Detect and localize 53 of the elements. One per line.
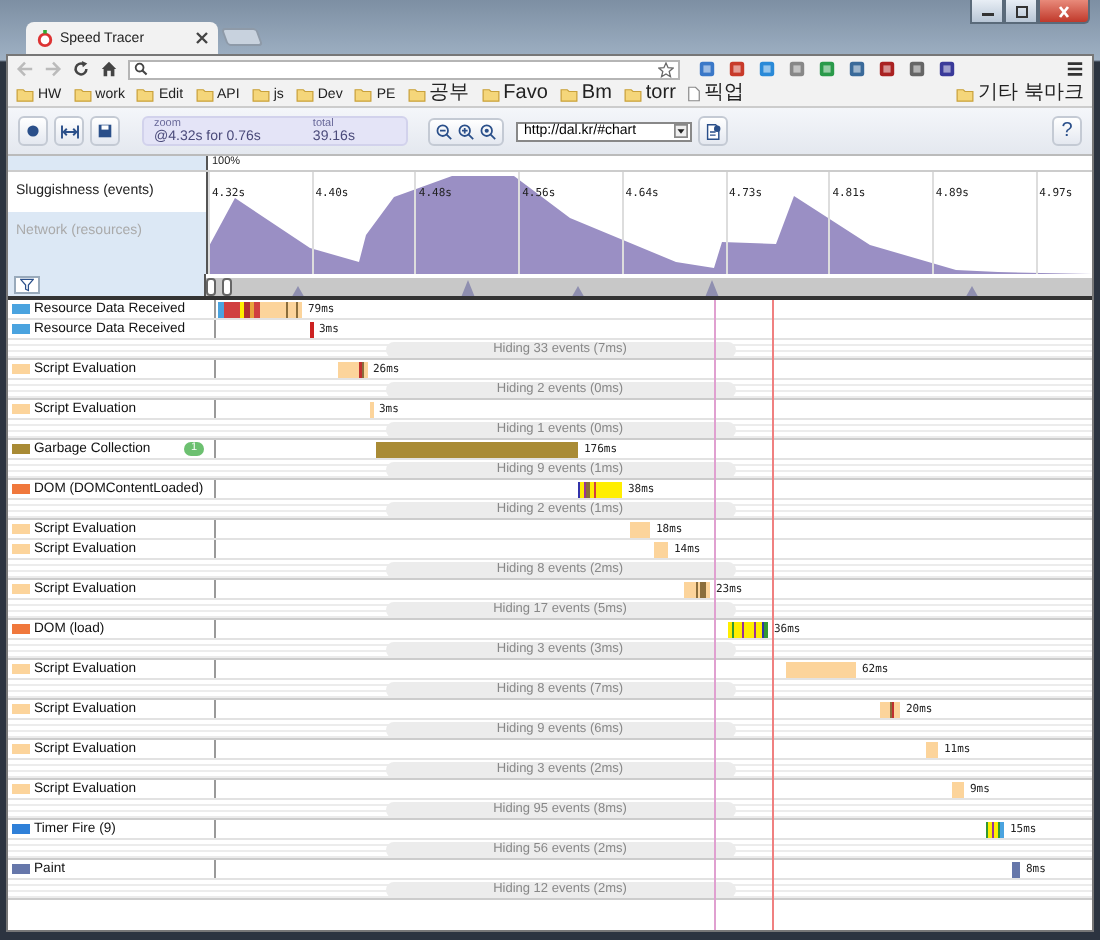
reload-icon[interactable] <box>72 60 90 78</box>
folder-icon <box>354 87 373 101</box>
help-button[interactable]: ? <box>1052 116 1082 146</box>
folder-icon <box>623 87 642 101</box>
fit-button[interactable] <box>54 116 84 146</box>
save-icon <box>98 124 112 138</box>
bookmark[interactable]: Favo <box>481 84 548 104</box>
maximize-button[interactable] <box>1004 0 1038 24</box>
home-icon[interactable] <box>100 60 118 78</box>
close-icon[interactable] <box>196 32 208 44</box>
event-bar[interactable] <box>338 362 367 378</box>
zoom-in-icon[interactable] <box>458 123 474 139</box>
event-bar[interactable] <box>578 482 622 498</box>
event-bar[interactable] <box>684 582 710 598</box>
bookmark[interactable]: Bm <box>559 84 612 104</box>
folder-icon <box>73 87 92 101</box>
page-icon <box>687 86 700 102</box>
record-button[interactable] <box>18 116 48 146</box>
stopwatch-icon <box>36 29 54 47</box>
export-button[interactable] <box>698 116 728 146</box>
minimize-button[interactable] <box>970 0 1004 24</box>
caret-icon <box>674 124 688 138</box>
bookmark[interactable]: 픽업 <box>687 84 744 104</box>
close-icon <box>1054 5 1074 17</box>
document-icon <box>705 123 721 139</box>
close-button[interactable] <box>1038 0 1090 24</box>
event-bar[interactable] <box>986 822 1004 838</box>
address-field[interactable] <box>128 59 680 79</box>
arrows-icon <box>59 123 79 139</box>
folder-icon <box>251 87 270 101</box>
zoom-out-icon[interactable] <box>436 123 452 139</box>
bookmark[interactable]: 공부 <box>407 84 470 104</box>
save-button[interactable] <box>90 116 120 146</box>
event-bar[interactable] <box>728 622 768 638</box>
record-icon <box>26 124 40 138</box>
maximize-icon <box>1011 5 1031 17</box>
search-icon <box>134 62 148 76</box>
folder-icon <box>295 87 314 101</box>
folder-icon <box>956 87 975 101</box>
bookmark[interactable]: 기타 북마크 <box>956 84 1084 104</box>
folder-icon <box>559 87 578 101</box>
folder-icon <box>16 87 34 101</box>
event-bar[interactable] <box>880 702 900 718</box>
folder-icon <box>195 87 214 101</box>
star-icon[interactable] <box>658 61 674 77</box>
menu-icon[interactable] <box>1066 60 1084 78</box>
event-bar[interactable] <box>218 302 302 318</box>
folder-icon <box>407 87 426 101</box>
folder-icon <box>481 87 500 101</box>
bookmark[interactable]: torr <box>623 84 676 104</box>
folder-icon <box>136 87 155 101</box>
zoom-fit-icon[interactable] <box>480 123 496 139</box>
filter-button[interactable] <box>14 276 40 294</box>
